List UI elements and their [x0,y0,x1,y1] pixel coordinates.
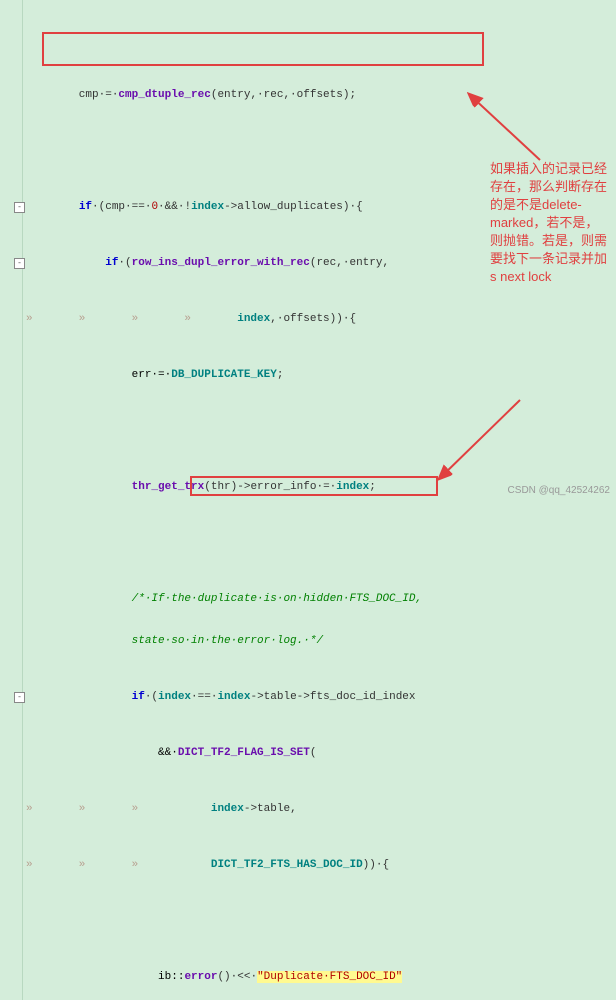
gutter [0,0,23,1000]
watermark: CSDN @qq_42524262 [508,485,610,496]
code-editor: cmp·=·cmp_dtuple_rec(entry,·rec,·offsets… [0,0,616,1000]
fold-icon[interactable]: - [14,692,25,703]
fold-icon[interactable]: - [14,258,25,269]
annotation-text: 如果插入的记录已经存在，那么判断存在的是不是delete-marked，若不是，… [490,160,610,286]
fold-icon[interactable]: - [14,202,25,213]
